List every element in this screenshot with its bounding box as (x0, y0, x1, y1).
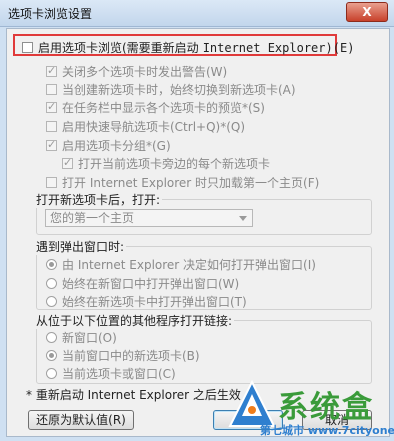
popup-new-tab-option[interactable]: 始终在新选项卡中打开弹出窗口(T) (46, 293, 247, 310)
switch-to-new-tab-checkbox[interactable] (46, 84, 57, 95)
links-current-tab-option[interactable]: 当前选项卡或窗口(C) (46, 365, 176, 382)
popup-new-tab-label: 始终在新选项卡中打开弹出窗口(T) (62, 295, 247, 309)
enable-tabbed-browsing-checkbox[interactable] (22, 42, 33, 53)
close-button[interactable]: X (346, 2, 388, 22)
new-tab-group-title: 打开新选项卡后，打开: (34, 191, 163, 208)
quick-tabs-label: 启用快速导航选项卡(Ctrl+Q)*(Q) (62, 120, 246, 134)
enable-tabbed-browsing-option[interactable]: 启用选项卡浏览(需要重新启动 Internet Explorer)(E) (22, 39, 354, 56)
quick-tabs-option[interactable]: 启用快速导航选项卡(Ctrl+Q)*(Q) (46, 118, 245, 135)
taskbar-preview-label: 在任务栏中显示各个选项卡的预览*(S) (62, 101, 265, 115)
popup-group-title: 遇到弹出窗口时: (34, 238, 127, 255)
restart-footnote-text: * 重新启动 Internet Explorer 之后生效 (26, 388, 241, 402)
open-next-to-current-label: 打开当前选项卡旁边的每个新选项卡 (78, 157, 271, 171)
enable-tabbed-browsing-label-brand: Internet Explorer (202, 40, 326, 55)
links-new-tab-radio[interactable] (46, 350, 57, 361)
popup-ie-decides-option[interactable]: 由 Internet Explorer 决定如何打开弹出窗口(I) (46, 256, 316, 273)
popup-new-window-option[interactable]: 始终在新窗口中打开弹出窗口(W) (46, 275, 239, 292)
open-next-to-current-checkbox[interactable] (62, 156, 73, 169)
tab-groups-option[interactable]: 启用选项卡分组*(G) (46, 137, 171, 154)
warn-close-multiple-tabs-checkbox[interactable] (46, 64, 57, 77)
window-title: 选项卡浏览设置 (8, 7, 93, 21)
links-new-tab-label: 当前窗口中的新选项卡(B) (62, 349, 200, 363)
switch-to-new-tab-option[interactable]: 当创建新选项卡时，始终切换到新选项卡(A) (46, 81, 296, 98)
links-group-title: 从位于以下位置的其他程序打开链接: (34, 312, 235, 329)
chevron-down-icon (239, 216, 247, 221)
links-current-tab-label: 当前选项卡或窗口(C) (62, 367, 176, 381)
warn-close-multiple-tabs-label: 关闭多个选项卡时发出警告(W) (62, 65, 228, 79)
warn-close-multiple-tabs-option[interactable]: 关闭多个选项卡时发出警告(W) (46, 63, 227, 80)
restart-footnote: * 重新启动 Internet Explorer 之后生效 (26, 386, 241, 403)
enable-tabbed-browsing-label-suffix: )(E) (325, 40, 355, 55)
new-tab-page-select[interactable]: 您的第一个主页 (45, 209, 253, 227)
title-bar: 选项卡浏览设置 X (0, 0, 394, 27)
load-first-home-page-option[interactable]: 打开 Internet Explorer 时只加载第一个主页(F) (46, 174, 319, 191)
restore-defaults-button[interactable]: 还原为默认值(R) (28, 410, 134, 430)
tab-groups-label: 启用选项卡分组*(G) (62, 139, 171, 153)
switch-to-new-tab-label: 当创建新选项卡时，始终切换到新选项卡(A) (62, 83, 296, 97)
watermark-site: 第七城市 www.7cityone.com (260, 424, 394, 437)
tab-groups-checkbox[interactable] (46, 138, 57, 151)
taskbar-preview-option[interactable]: 在任务栏中显示各个选项卡的预览*(S) (46, 99, 265, 116)
popup-new-tab-radio[interactable] (46, 296, 57, 307)
links-new-window-radio[interactable] (46, 332, 57, 343)
load-first-home-page-label: 打开 Internet Explorer 时只加载第一个主页(F) (62, 176, 320, 190)
taskbar-preview-checkbox[interactable] (46, 100, 57, 113)
load-first-home-page-checkbox[interactable] (46, 177, 57, 188)
watermark-logo: 系统盒 第七城市 www.7cityone.com (220, 378, 394, 441)
open-next-to-current-option[interactable]: 打开当前选项卡旁边的每个新选项卡 (62, 155, 270, 172)
links-new-window-option[interactable]: 新窗口(O) (46, 329, 117, 346)
new-tab-page-select-value: 您的第一个主页 (50, 211, 135, 225)
popup-new-window-label: 始终在新窗口中打开弹出窗口(W) (62, 277, 240, 291)
links-current-tab-radio[interactable] (46, 368, 57, 379)
enable-tabbed-browsing-label-prefix: 启用选项卡浏览(需要重新启动 (38, 41, 199, 55)
watermark-brand: 系统盒 (278, 390, 374, 425)
links-new-tab-option[interactable]: 当前窗口中的新选项卡(B) (46, 347, 200, 364)
quick-tabs-checkbox[interactable] (46, 121, 57, 132)
popup-new-window-radio[interactable] (46, 278, 57, 289)
popup-ie-decides-label: 由 Internet Explorer 决定如何打开弹出窗口(I) (62, 258, 316, 272)
links-new-window-label: 新窗口(O) (62, 331, 117, 345)
popup-ie-decides-radio[interactable] (46, 259, 57, 270)
